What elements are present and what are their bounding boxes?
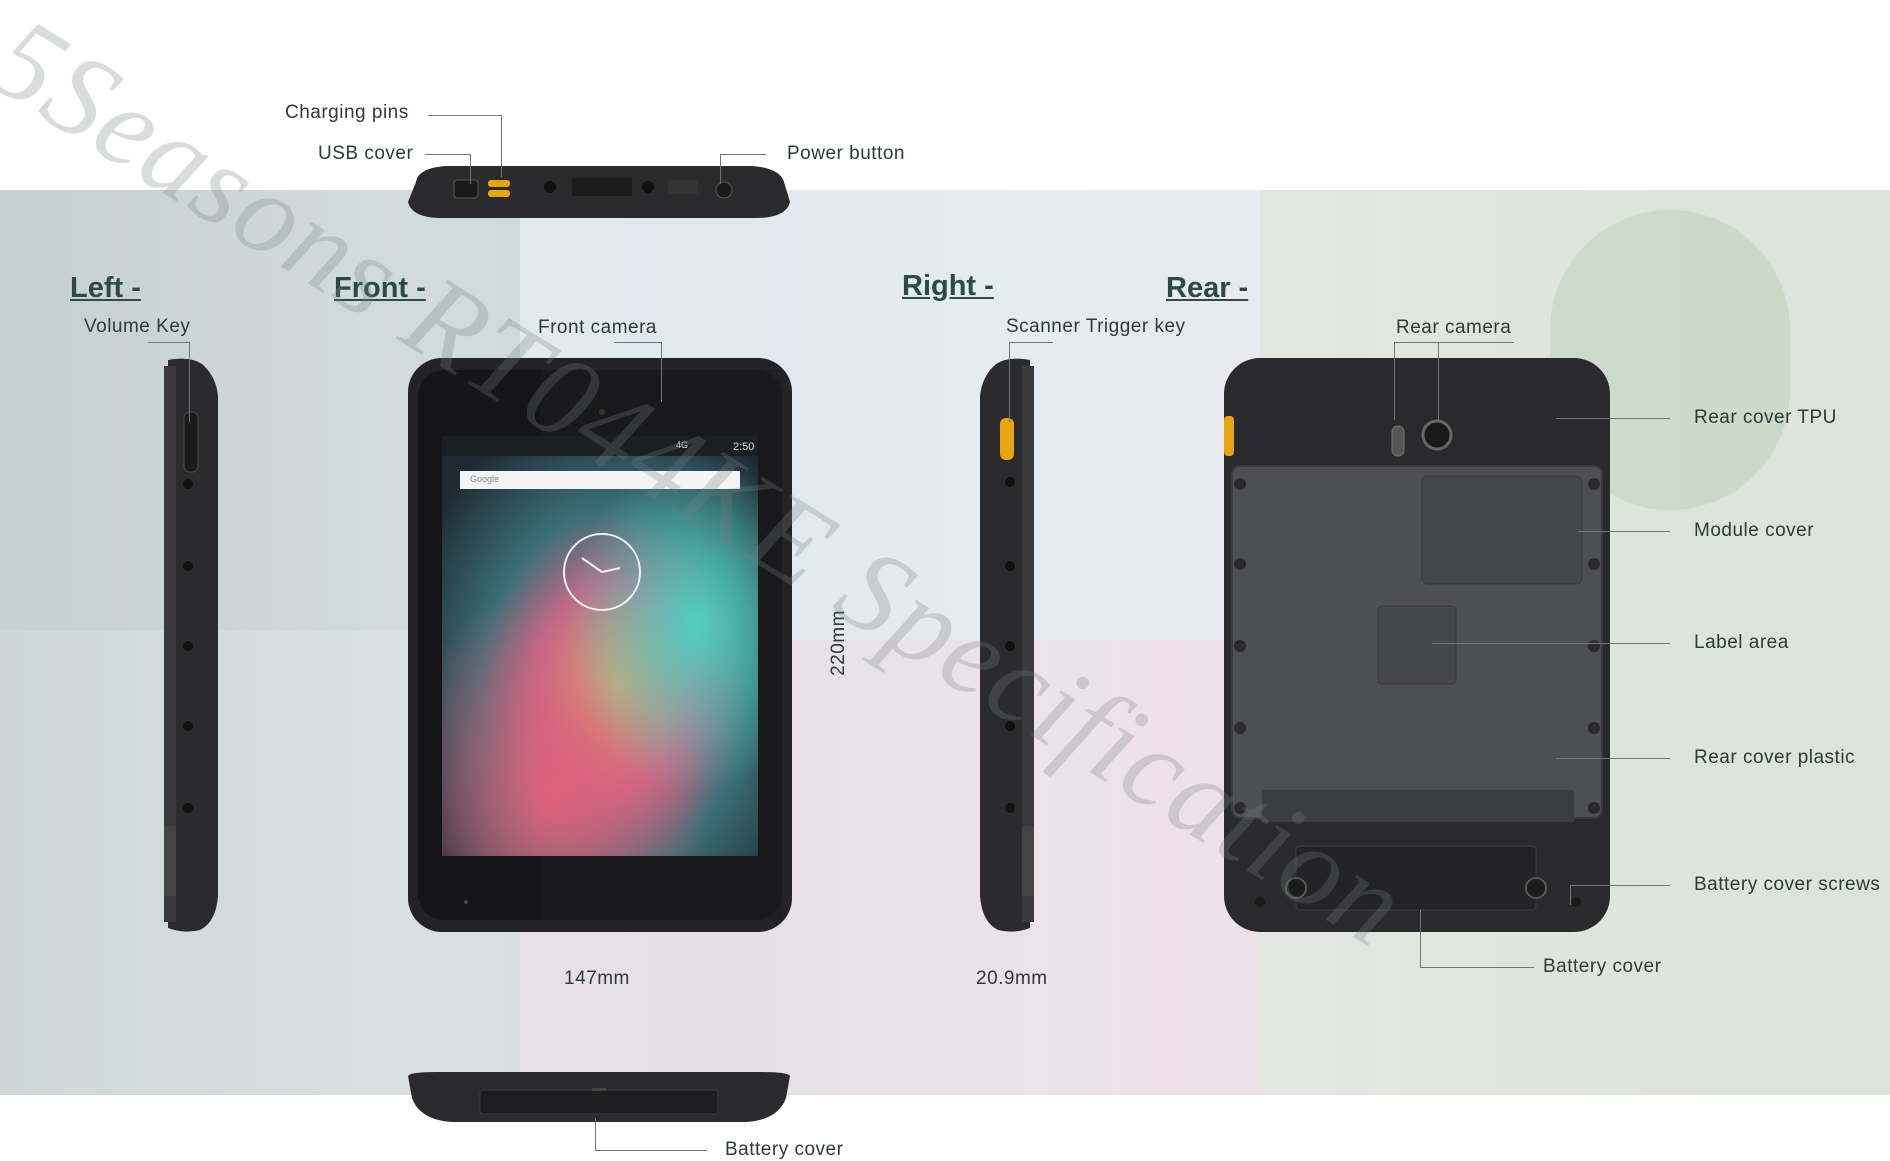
label-battery-cover-screws: Battery cover screws: [1694, 874, 1881, 895]
label-battery-cover-bottom: Battery cover: [725, 1139, 844, 1160]
dimension-height: 220mm: [827, 610, 849, 676]
search-brand: Google: [470, 474, 500, 484]
device-bottom-view: [406, 1068, 792, 1128]
device-left-view: [160, 356, 220, 934]
header-right: Right -: [902, 270, 994, 302]
label-rear-cover-tpu: Rear cover TPU: [1694, 407, 1837, 428]
label-label-area: Label area: [1694, 632, 1789, 653]
device-right-view: [978, 356, 1038, 934]
status-network: 4G: [676, 440, 689, 450]
device-top-view: [406, 160, 792, 222]
header-front: Front -: [334, 272, 426, 304]
header-rear: Rear -: [1166, 272, 1249, 304]
label-volume-key: Volume Key: [84, 316, 191, 337]
label-module-cover: Module cover: [1694, 520, 1815, 541]
label-power-button: Power button: [787, 143, 905, 164]
usb-cover-part: [453, 179, 479, 199]
label-scanner-trigger-key: Scanner Trigger key: [1006, 316, 1186, 337]
device-rear-view: [1222, 356, 1612, 934]
status-time: 2:50: [733, 441, 755, 453]
label-usb-cover: USB cover: [318, 143, 414, 164]
label-front-camera: Front camera: [538, 317, 657, 338]
label-battery-cover-rear: Battery cover: [1543, 956, 1662, 977]
label-rear-cover-plastic: Rear cover plastic: [1694, 747, 1856, 768]
dimension-width: 147mm: [564, 968, 630, 989]
label-charging-pins: Charging pins: [285, 102, 409, 123]
dimension-depth: 20.9mm: [976, 968, 1048, 989]
header-left: Left -: [70, 272, 141, 304]
label-rear-camera: Rear camera: [1396, 317, 1512, 338]
